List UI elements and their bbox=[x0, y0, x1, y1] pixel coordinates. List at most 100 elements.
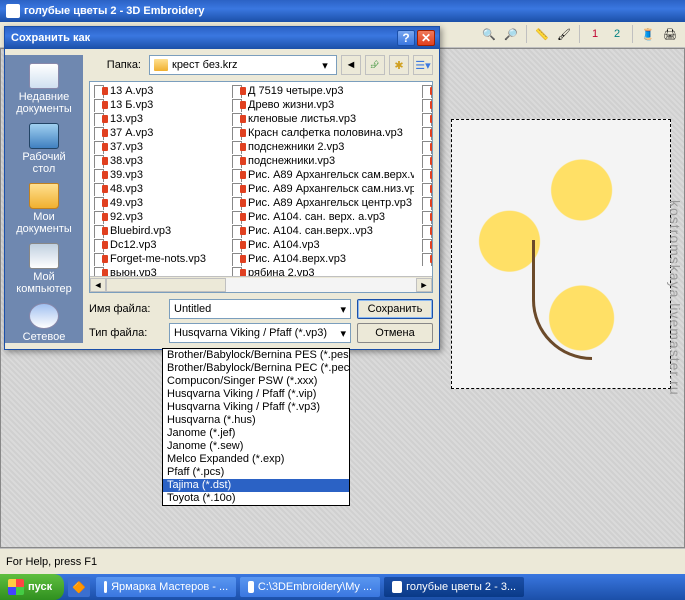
toolbar-save-icon[interactable]: 🖨 bbox=[661, 25, 679, 43]
file-item[interactable]: 13 А.vp3 bbox=[94, 84, 224, 98]
filetype-row: Тип файла: Husqvarna Viking / Pfaff (*.v… bbox=[89, 323, 433, 343]
file-item[interactable]: 13 Б.vp3 bbox=[94, 98, 224, 112]
scroll-track[interactable] bbox=[106, 278, 416, 292]
file-item[interactable]: са bbox=[422, 84, 433, 98]
save-button[interactable]: Сохранить bbox=[357, 299, 433, 319]
file-item[interactable]: Bluebird.vp3 bbox=[94, 224, 224, 238]
up-folder-button[interactable]: ⮵ bbox=[365, 55, 385, 75]
file-item[interactable]: фо bbox=[422, 224, 433, 238]
file-item[interactable]: Рис. А104. сан.верх..vp3 bbox=[232, 224, 414, 238]
views-button[interactable]: ☰▾ bbox=[413, 55, 433, 75]
filetype-option[interactable]: Husqvarna (*.hus) bbox=[163, 414, 349, 427]
vp3-file-icon bbox=[94, 239, 108, 251]
filetype-option[interactable]: Toyota (*.10o) bbox=[163, 492, 349, 505]
filetype-label: Тип файла: bbox=[89, 327, 163, 339]
filetype-option[interactable]: Husqvarna Viking / Pfaff (*.vip) bbox=[163, 388, 349, 401]
scroll-left-button[interactable]: ◄ bbox=[90, 278, 106, 292]
zoom-in-icon[interactable]: 🔍 bbox=[480, 25, 498, 43]
task-3dembroidery[interactable]: голубые цветы 2 - 3... bbox=[384, 577, 524, 597]
vp3-file-icon bbox=[232, 127, 246, 139]
list-horizontal-scrollbar[interactable]: ◄ ► bbox=[90, 276, 432, 292]
dialog-help-button[interactable]: ? bbox=[397, 30, 415, 46]
toolbar-num2[interactable]: 2 bbox=[608, 25, 626, 43]
filetype-option[interactable]: Husqvarna Viking / Pfaff (*.vp3) bbox=[163, 401, 349, 414]
filetype-option[interactable]: Compucon/Singer PSW (*.xxx) bbox=[163, 375, 349, 388]
toolbar-thread-icon[interactable]: 🧵 bbox=[639, 25, 657, 43]
file-item[interactable]: Рис. А104.верх.vp3 bbox=[232, 252, 414, 266]
file-item[interactable]: Древо жизни.vp3 bbox=[232, 98, 414, 112]
vp3-file-icon bbox=[422, 99, 433, 111]
filename-input[interactable]: Untitled ▾ bbox=[169, 299, 351, 319]
place-comp[interactable]: Мой компьютер bbox=[11, 241, 77, 299]
file-item[interactable]: 13.vp3 bbox=[94, 112, 224, 126]
file-item[interactable]: си bbox=[422, 196, 433, 210]
back-button[interactable]: ◄ bbox=[341, 55, 361, 75]
file-item[interactable]: фо bbox=[422, 238, 433, 252]
file-item[interactable]: кленовые листья.vp3 bbox=[232, 112, 414, 126]
dialog-close-button[interactable]: ✕ bbox=[417, 30, 435, 46]
new-folder-button[interactable]: ✱ bbox=[389, 55, 409, 75]
filetype-option[interactable]: Janome (*.jef) bbox=[163, 427, 349, 440]
filetype-option[interactable]: Brother/Babylock/Bernina PES (*.pes) bbox=[163, 349, 349, 362]
filetype-option[interactable]: Pfaff (*.pcs) bbox=[163, 466, 349, 479]
place-net[interactable]: Сетевое bbox=[11, 301, 77, 347]
file-name: 92.vp3 bbox=[110, 211, 143, 223]
dialog-main-pane: Папка: крест без.krz ▾ ◄ ⮵ ✱ ☰▾ 13 А.vp3… bbox=[89, 55, 433, 343]
file-item[interactable]: Рис. А104.vp3 bbox=[232, 238, 414, 252]
toolbar-right-group: 🔍 🔎 📏 🖌 1 2 🧵 🖨 bbox=[480, 25, 679, 43]
file-item[interactable]: си bbox=[422, 182, 433, 196]
file-item[interactable]: Красн салфетка половина.vp3 bbox=[232, 126, 414, 140]
filetype-option[interactable]: Brother/Babylock/Bernina PEC (*.pec) bbox=[163, 362, 349, 375]
toolbar-num1[interactable]: 1 bbox=[586, 25, 604, 43]
file-item[interactable]: 49.vp3 bbox=[94, 196, 224, 210]
file-item[interactable]: подснежники 2.vp3 bbox=[232, 140, 414, 154]
file-item[interactable]: Dc12.vp3 bbox=[94, 238, 224, 252]
folder-combobox[interactable]: крест без.krz ▾ bbox=[149, 55, 337, 75]
file-item[interactable]: си bbox=[422, 154, 433, 168]
place-fold[interactable]: Мои документы bbox=[11, 181, 77, 239]
file-item[interactable]: фо bbox=[422, 210, 433, 224]
place-desk[interactable]: Рабочий стол bbox=[11, 121, 77, 179]
file-item[interactable]: Д 7519 четыре.vp3 bbox=[232, 84, 414, 98]
file-item[interactable]: 39.vp3 bbox=[94, 168, 224, 182]
task-icon bbox=[248, 581, 254, 593]
file-item[interactable]: подснежники.vp3 bbox=[232, 154, 414, 168]
file-item[interactable]: са bbox=[422, 126, 433, 140]
place-docs[interactable]: Недавние документы bbox=[11, 61, 77, 119]
task-yarmarka[interactable]: Ярмарка Мастеров - ... bbox=[96, 577, 236, 597]
scroll-right-button[interactable]: ► bbox=[416, 278, 432, 292]
file-name: Д 7519 четыре.vp3 bbox=[248, 85, 344, 97]
embroidery-preview[interactable] bbox=[451, 119, 671, 389]
quick-launch-icon[interactable]: 🔶 bbox=[68, 577, 90, 597]
file-item[interactable]: се bbox=[422, 140, 433, 154]
file-item[interactable]: Рис. А104. сан. верх. а.vp3 bbox=[232, 210, 414, 224]
file-item[interactable]: Рис. А89 Архангельск центр.vp3 bbox=[232, 196, 414, 210]
file-item[interactable]: яп bbox=[422, 252, 433, 266]
file-item[interactable]: 48.vp3 bbox=[94, 182, 224, 196]
file-item[interactable]: Рис. А89 Архангельск сам.низ.vp3 bbox=[232, 182, 414, 196]
file-item[interactable]: са bbox=[422, 112, 433, 126]
file-item[interactable]: 37 А.vp3 bbox=[94, 126, 224, 140]
file-item[interactable]: 92.vp3 bbox=[94, 210, 224, 224]
file-item[interactable]: 38.vp3 bbox=[94, 154, 224, 168]
filetype-option[interactable]: Tajima (*.dst) bbox=[163, 479, 349, 492]
filetype-selected: Husqvarna Viking / Pfaff (*.vp3) bbox=[174, 327, 327, 339]
cancel-button[interactable]: Отмена bbox=[357, 323, 433, 343]
filetype-combobox[interactable]: Husqvarna Viking / Pfaff (*.vp3) ▾ bbox=[169, 323, 351, 343]
file-item[interactable]: си bbox=[422, 168, 433, 182]
filetype-dropdown[interactable]: Brother/Babylock/Bernina PES (*.pes)Brot… bbox=[162, 348, 350, 506]
task-explorer[interactable]: C:\3DEmbroidery\My ... bbox=[240, 577, 380, 597]
toolbar-measure-icon[interactable]: 📏 bbox=[533, 25, 551, 43]
filetype-option[interactable]: Melco Expanded (*.exp) bbox=[163, 453, 349, 466]
file-name: Forget-me-nots.vp3 bbox=[110, 253, 206, 265]
file-item[interactable]: 37.vp3 bbox=[94, 140, 224, 154]
toolbar-color-icon[interactable]: 🖌 bbox=[555, 25, 573, 43]
zoom-out-icon[interactable]: 🔎 bbox=[502, 25, 520, 43]
scroll-thumb[interactable] bbox=[106, 278, 226, 292]
file-list[interactable]: 13 А.vp313 Б.vp313.vp337 А.vp337.vp338.v… bbox=[89, 81, 433, 293]
filetype-option[interactable]: Janome (*.sew) bbox=[163, 440, 349, 453]
file-item[interactable]: Рис. А89 Архангельск сам.верх.vp3 bbox=[232, 168, 414, 182]
file-item[interactable]: Forget-me-nots.vp3 bbox=[94, 252, 224, 266]
start-button[interactable]: пуск bbox=[0, 574, 64, 600]
file-item[interactable]: са bbox=[422, 98, 433, 112]
